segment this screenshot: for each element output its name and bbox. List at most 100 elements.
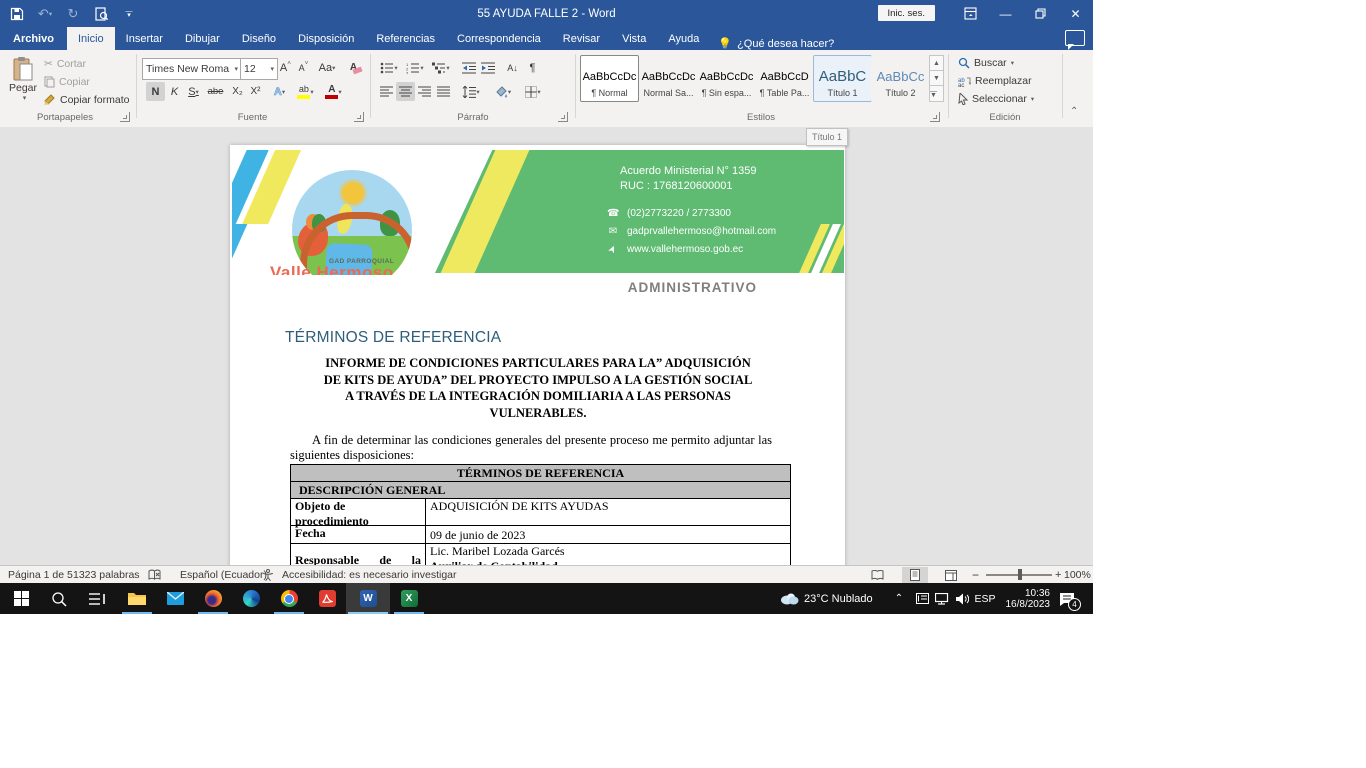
increase-indent-button[interactable] (478, 58, 497, 77)
document-page[interactable]: Acuerdo Ministerial N° 1359 RUC : 176812… (230, 145, 845, 565)
style-titulo-2[interactable]: AaBbCc Título 2 (871, 55, 930, 102)
paste-button[interactable]: Pegar ▾ (6, 56, 40, 102)
styles-dialog-launcher[interactable] (930, 112, 940, 122)
volume-icon[interactable] (953, 583, 971, 614)
underline-button[interactable]: S▾ (184, 82, 203, 101)
line-spacing-button[interactable]: ▾ (458, 82, 484, 101)
paragraph-dialog-launcher[interactable] (558, 112, 568, 122)
restore-button[interactable] (1023, 0, 1058, 27)
tab-inicio[interactable]: Inicio (67, 27, 115, 50)
change-case-button[interactable]: Aa▾ (314, 58, 340, 77)
sign-in-button[interactable]: Inic. ses. (878, 5, 936, 21)
taskbar-word-button[interactable]: W (346, 583, 390, 614)
tab-dibujar[interactable]: Dibujar (174, 27, 231, 50)
copy-button[interactable]: Copiar (44, 76, 90, 88)
start-button[interactable] (2, 583, 40, 614)
highlight-button[interactable]: ab▾ (296, 82, 315, 101)
taskbar-acrobat-button[interactable] (308, 583, 346, 614)
tab-ayuda[interactable]: Ayuda (657, 27, 710, 50)
tab-correspondencia[interactable]: Correspondencia (446, 27, 552, 50)
tray-icon[interactable] (913, 583, 931, 614)
font-dialog-launcher[interactable] (354, 112, 364, 122)
document-area[interactable]: Título 1 Acuerdo Ministerial N° 1359 RUC… (0, 127, 1093, 565)
web-layout-icon[interactable] (938, 567, 964, 583)
replace-button[interactable]: abac Reemplazar (958, 75, 1032, 87)
cut-button[interactable]: ✂ Cortar (44, 58, 86, 70)
strikethrough-button[interactable]: abe (206, 82, 225, 101)
tab-revisar[interactable]: Revisar (552, 27, 611, 50)
zoom-in-icon[interactable]: + (1055, 566, 1061, 584)
style-normal-sa[interactable]: AaBbCcDc Normal Sa... (639, 55, 698, 102)
read-mode-icon[interactable] (864, 567, 890, 583)
language-tray[interactable]: ESP (971, 583, 999, 614)
taskbar-mail-button[interactable] (156, 583, 194, 614)
tab-insertar[interactable]: Insertar (115, 27, 174, 50)
zoom-level[interactable]: 100% (1064, 566, 1091, 584)
tab-referencias[interactable]: Referencias (365, 27, 446, 50)
clock[interactable]: 10:36 16/8/2023 (1002, 583, 1050, 614)
taskbar-excel-button[interactable]: X (390, 583, 428, 614)
taskbar-explorer-button[interactable] (118, 583, 156, 614)
weather-text[interactable]: 23°C Nublado (804, 583, 884, 614)
font-size-combo[interactable]: 12▾ (240, 58, 278, 80)
zoom-out-icon[interactable]: − (972, 566, 979, 584)
subscript-button[interactable]: X₂ (228, 82, 247, 101)
italic-button[interactable]: K (165, 82, 184, 101)
text-effects-button[interactable]: A▾ (270, 82, 289, 101)
grow-font-button[interactable]: A˄ (276, 58, 295, 77)
tray-chevron-icon[interactable]: ⌃ (890, 583, 908, 614)
find-button[interactable]: Buscar▾ (958, 57, 1014, 69)
network-icon[interactable] (933, 583, 952, 614)
tab-vista[interactable]: Vista (611, 27, 657, 50)
close-button[interactable]: ✕ (1058, 0, 1093, 27)
taskbar-edge-button[interactable] (232, 583, 270, 614)
collapse-ribbon-icon[interactable]: ⌃ (1070, 106, 1078, 117)
align-left-button[interactable] (377, 82, 396, 101)
font-color-button[interactable]: A▾ (324, 82, 343, 101)
shading-button[interactable]: ▾ (490, 82, 516, 101)
style-sin-espaciado[interactable]: AaBbCcDc ¶ Sin espa... (697, 55, 756, 102)
action-center-button[interactable]: 4 (1052, 583, 1082, 614)
ribbon-display-options-icon[interactable] (953, 0, 988, 27)
style-titulo-1[interactable]: AaBbC Título 1 (813, 55, 872, 102)
minimize-button[interactable]: — (988, 0, 1023, 27)
multilevel-list-button[interactable]: ▾ (429, 58, 453, 77)
proofing-icon[interactable] (148, 566, 161, 584)
align-center-button[interactable] (396, 82, 415, 101)
style-normal[interactable]: AaBbCcDc ¶ Normal (580, 55, 639, 102)
styles-more-icon[interactable]: —▼ (929, 85, 944, 102)
bold-button[interactable]: N (146, 82, 165, 101)
align-right-button[interactable] (415, 82, 434, 101)
decrease-indent-button[interactable] (459, 58, 478, 77)
tell-me-box[interactable]: 💡 ¿Qué desea hacer? (710, 37, 842, 50)
shrink-font-button[interactable]: A˅ (294, 58, 313, 77)
borders-button[interactable]: ▾ (520, 82, 546, 101)
select-button[interactable]: Seleccionar▾ (958, 93, 1034, 105)
tab-disposicion[interactable]: Disposición (287, 27, 365, 50)
sort-button[interactable]: A↓ (503, 58, 522, 77)
format-painter-button[interactable]: Copiar formato (44, 94, 129, 106)
numbering-button[interactable]: 123▾ (403, 58, 427, 77)
justify-button[interactable] (434, 82, 453, 101)
tab-diseno[interactable]: Diseño (231, 27, 287, 50)
show-marks-button[interactable]: ¶ (523, 58, 542, 77)
weather-icon[interactable] (776, 583, 802, 614)
style-table-paragraph[interactable]: AaBbCcD ¶ Table Pa... (755, 55, 814, 102)
accessibility-status[interactable]: Accesibilidad: es necesario investigar (282, 566, 457, 584)
accessibility-icon[interactable] (262, 566, 274, 584)
clear-formatting-button[interactable]: A (344, 58, 363, 77)
word-count[interactable]: 1323 palabras (73, 566, 140, 584)
task-view-button[interactable] (78, 583, 116, 614)
superscript-button[interactable]: X² (246, 82, 265, 101)
taskbar-search-button[interactable] (40, 583, 78, 614)
page-indicator[interactable]: Página 1 de 5 (8, 566, 73, 584)
font-name-combo[interactable]: Times New Roma▾ (142, 58, 242, 80)
comments-icon[interactable] (1065, 30, 1085, 46)
zoom-slider-handle[interactable] (1018, 569, 1022, 580)
print-layout-icon[interactable] (902, 567, 928, 583)
bullets-button[interactable]: ▾ (377, 58, 401, 77)
tab-archivo[interactable]: Archivo (0, 27, 67, 50)
taskbar-firefox-button[interactable] (194, 583, 232, 614)
taskbar-chrome-button[interactable] (270, 583, 308, 614)
language-indicator[interactable]: Español (Ecuador) (180, 566, 267, 584)
